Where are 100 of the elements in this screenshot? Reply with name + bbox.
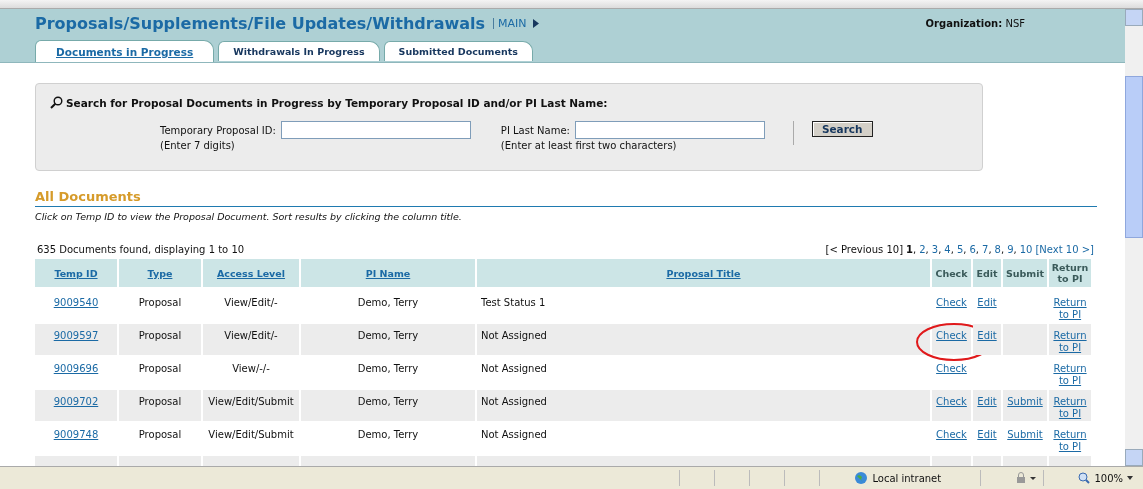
document-id-link[interactable]: 9009597 — [53, 330, 99, 355]
table-cell-text: Proposal — [137, 296, 183, 310]
edit-link[interactable]: Edit — [977, 297, 997, 322]
submit-link[interactable]: Submit — [1007, 396, 1043, 421]
scroll-down-icon[interactable] — [1125, 449, 1143, 466]
table-cell-text: View/-/- — [231, 362, 271, 376]
submit-link[interactable]: Submit — [1007, 429, 1043, 454]
sort-link[interactable]: PI Name — [365, 267, 411, 279]
table-cell: Proposal — [119, 390, 201, 421]
table-cell-text: Demo, Terry — [356, 296, 420, 310]
separator-text: , — [1013, 244, 1017, 255]
separator-text: , — [1000, 244, 1005, 255]
table-cell[interactable]: 9009696 — [35, 357, 117, 388]
sort-link[interactable]: Temp ID — [54, 267, 98, 279]
check-link[interactable]: Check — [936, 396, 967, 421]
page-link[interactable]: 8 — [994, 244, 1001, 255]
tab[interactable]: Withdrawals In Progress — [218, 41, 380, 61]
caret-icon — [532, 18, 539, 28]
scroll-up-icon[interactable] — [1125, 9, 1143, 26]
separator-text: , — [913, 244, 917, 255]
document-id-link[interactable]: 9009702 — [53, 396, 99, 421]
section-title: All Documents — [35, 189, 142, 204]
page-link[interactable]: 6 — [969, 244, 976, 255]
zoom-level[interactable]: 100% — [1094, 472, 1123, 484]
return-link[interactable]: Return to PI — [1049, 396, 1091, 421]
dropdown-icon[interactable] — [1127, 476, 1133, 480]
table-cell-text: View/Edit/- — [223, 296, 279, 310]
table-cell-text: Demo, Terry — [356, 428, 420, 442]
table-cell-text: Test Status 1 — [480, 296, 547, 310]
table-cell-text: View/Edit/Submit — [207, 428, 295, 442]
results-count: 635 Documents found, displaying 1 to 10 — [37, 244, 245, 255]
table-cell — [1049, 456, 1091, 466]
sort-link[interactable]: Proposal Title — [666, 267, 741, 279]
document-id-link[interactable]: 9009696 — [53, 363, 99, 388]
check-link[interactable]: Check — [936, 297, 967, 322]
return-link[interactable]: Return to PI — [1049, 297, 1091, 322]
return-link[interactable]: Return to PI — [1049, 429, 1091, 454]
current-page: 1 — [906, 244, 913, 255]
page-title: Proposals/Supplements/File Updates/Withdrawals — [35, 13, 486, 33]
table-cell-text: Demo, Terry — [356, 362, 420, 376]
page-link[interactable]: 7 — [982, 244, 989, 255]
search-heading: Search for Proposal Documents in Progress by Temporary Proposal ID and/or PI Last Name: — [66, 96, 608, 109]
table-cell — [932, 456, 971, 466]
input-field[interactable] — [574, 121, 765, 139]
table-cell-text: Not Assigned — [480, 428, 548, 442]
table-cell: Not Assigned — [477, 324, 930, 355]
input-field[interactable] — [280, 121, 471, 139]
table-cell-text: Not Assigned — [480, 362, 548, 376]
separator-text: , — [988, 244, 992, 255]
check-link[interactable]: Check — [936, 363, 967, 388]
column-header: Check — [935, 267, 968, 279]
table-cell — [973, 456, 1001, 466]
page-link[interactable]: 10 — [1019, 244, 1033, 255]
separator-text: , — [925, 244, 929, 255]
instruction-text: Click on Temp ID to view the Proposal Document. Sort results by clicking the column title. — [35, 211, 463, 222]
previous-page-text: [< Previous 10] — [825, 244, 904, 255]
return-link[interactable]: Return to PI — [1049, 330, 1091, 355]
sort-link[interactable]: Access Level — [216, 267, 286, 279]
table-cell-text: Proposal — [137, 362, 183, 376]
separator-text: , — [963, 244, 967, 255]
table-cell: Proposal — [119, 324, 201, 355]
table-cell: View/Edit/Submit — [203, 390, 299, 421]
table-cell[interactable]: 9009597 — [35, 324, 117, 355]
page-link[interactable]: 2 — [919, 244, 926, 255]
search-icon — [50, 96, 63, 109]
table-cell: View/Edit/- — [203, 324, 299, 355]
edit-link[interactable]: Edit — [977, 429, 997, 454]
lock-icon[interactable] — [1015, 472, 1038, 484]
tab[interactable]: Submitted Documents — [383, 41, 533, 61]
check-link[interactable]: Check — [936, 429, 967, 454]
separator-text: , — [938, 244, 942, 255]
zone-text: Local intranet — [872, 472, 942, 484]
separator-text: , — [950, 244, 954, 255]
search-button[interactable]: Search — [811, 121, 873, 137]
edit-link[interactable]: Edit — [977, 330, 997, 355]
field-label: Temporary Proposal ID: — [160, 124, 276, 136]
organization-label: Organization: NSF — [925, 17, 1025, 29]
table-cell[interactable]: 9009748 — [35, 423, 117, 454]
document-id-link[interactable]: 9009540 — [53, 297, 99, 322]
scrollbar[interactable] — [1125, 9, 1143, 466]
field-label: PI Last Name: — [500, 124, 570, 136]
globe-icon — [854, 471, 869, 485]
tab[interactable]: Documents in Progress — [35, 40, 215, 62]
edit-link[interactable]: Edit — [977, 396, 997, 421]
sort-link[interactable]: Type — [147, 267, 173, 279]
document-id-link[interactable]: 9009748 — [53, 429, 99, 454]
table-cell — [1003, 456, 1047, 466]
main-link[interactable]: MAIN — [498, 16, 527, 30]
table-cell: Not Assigned — [477, 390, 930, 421]
page-link[interactable]: 9 — [1007, 244, 1014, 255]
column-header: Edit — [976, 267, 998, 279]
next-page-link[interactable]: [Next 10 >] — [1035, 244, 1094, 255]
table-cell-text: Proposal — [137, 428, 183, 442]
separator-text: , — [975, 244, 979, 255]
table-cell[interactable]: 9009702 — [35, 390, 117, 421]
page-link[interactable]: 4 — [944, 244, 951, 255]
return-link[interactable]: Return to PI — [1049, 363, 1091, 388]
table-cell[interactable]: 9009540 — [35, 291, 117, 322]
field-hint: (Enter 7 digits) — [160, 140, 236, 151]
column-header: Return to PI — [1050, 262, 1090, 284]
